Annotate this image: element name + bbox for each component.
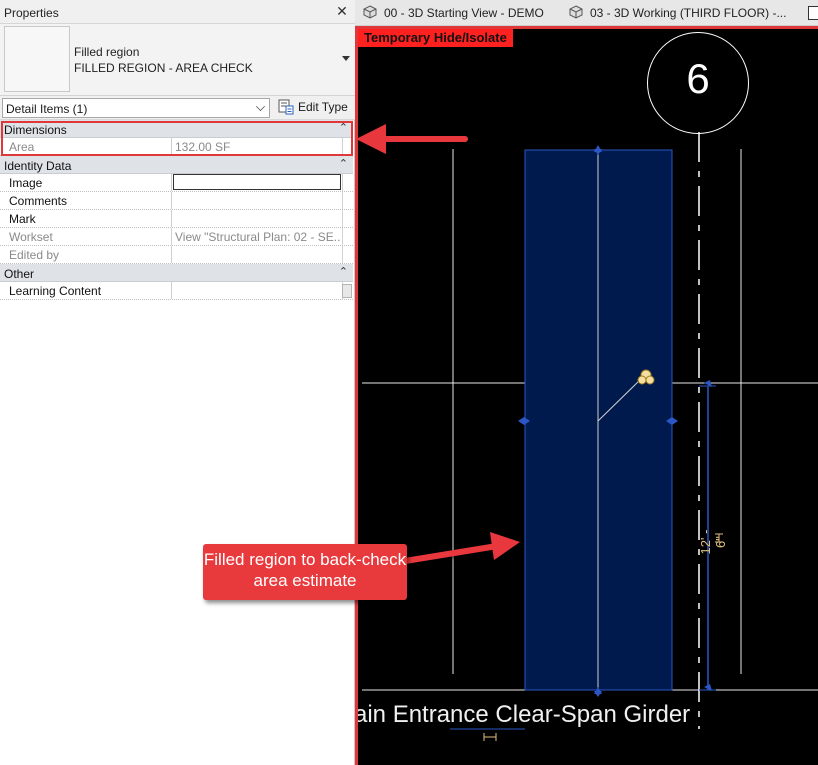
drawing-canvas[interactable]: 6 12' - 6" ain Entrance Clear-Span Girde…	[355, 26, 818, 765]
type-preview-thumbnail	[4, 26, 70, 92]
edit-type-button[interactable]: Edit Type	[276, 98, 352, 118]
revit-window: Properties ✕ Filled region FILLED REGION…	[0, 0, 818, 765]
grid-bubble[interactable]: 6	[647, 32, 749, 134]
edit-type-icon	[278, 99, 294, 115]
type-family-label: Filled region	[74, 45, 140, 59]
property-name: Comments	[9, 194, 68, 208]
type-name-label: FILLED REGION - AREA CHECK	[74, 61, 253, 75]
collapse-icon[interactable]: ⌃	[339, 121, 348, 134]
learning-content-value-field[interactable]	[173, 282, 341, 299]
property-name: Learning Content	[9, 284, 102, 298]
tab-label: 03 - 3D Working (THIRD FLOOR) -...	[590, 6, 787, 20]
tab-overflow-icon[interactable]	[808, 6, 818, 20]
collapse-icon[interactable]: ⌃	[339, 265, 348, 278]
type-dropdown-arrow-icon[interactable]	[342, 56, 350, 61]
tab-label: 00 - 3D Starting View - DEMO	[384, 6, 544, 20]
3d-view-icon	[569, 5, 583, 19]
property-row-workset: Workset View "Structural Plan: 02 - SE..…	[0, 228, 353, 246]
category-label: Other	[4, 267, 35, 281]
3d-view-icon	[363, 5, 377, 19]
property-name: Workset	[9, 230, 53, 244]
property-name: Area	[9, 140, 35, 154]
category-identity-data[interactable]: Identity Data ⌃	[0, 156, 353, 174]
property-name: Image	[9, 176, 43, 190]
properties-palette: Properties ✕ Filled region FILLED REGION…	[0, 0, 355, 765]
plan-graphics	[362, 132, 818, 741]
view-tab-bar: 00 - 3D Starting View - DEMO 03 - 3D Wor…	[355, 0, 818, 26]
properties-title: Properties	[4, 6, 59, 20]
dimension-text-grip-icon[interactable]	[483, 733, 497, 741]
element-filter-dropdown[interactable]: Detail Items (1)	[2, 98, 270, 118]
property-value: 132.00 SF	[175, 140, 231, 154]
property-row-area: Area 132.00 SF	[0, 138, 353, 156]
mark-value-field[interactable]	[173, 210, 341, 227]
property-row-edited-by: Edited by	[0, 246, 353, 264]
type-selector[interactable]: Filled region FILLED REGION - AREA CHECK	[0, 24, 355, 96]
girder-text-note: ain Entrance Clear-Span Girder	[355, 701, 691, 728]
properties-title-bar: Properties ✕	[0, 0, 355, 24]
properties-filter-row: Detail Items (1) Edit Type	[0, 96, 355, 120]
property-row-image[interactable]: Image	[0, 174, 353, 192]
property-row-comments[interactable]: Comments	[0, 192, 353, 210]
close-icon[interactable]: ✕	[335, 3, 349, 19]
property-row-mark[interactable]: Mark	[0, 210, 353, 228]
edit-type-label: Edit Type	[298, 100, 348, 114]
grip-arrow[interactable]	[672, 417, 678, 425]
dimension-value[interactable]: 12' - 6"	[698, 522, 728, 562]
element-filter-value: Detail Items (1)	[6, 102, 88, 116]
comments-value-field[interactable]	[173, 192, 341, 209]
property-row-learning-content[interactable]: Learning Content	[0, 282, 353, 300]
property-name: Edited by	[9, 248, 60, 262]
category-label: Identity Data	[4, 159, 72, 173]
properties-grid: Dimensions ⌃ Area 132.00 SF Identity Dat…	[0, 120, 353, 300]
category-label: Dimensions	[4, 123, 67, 137]
callout-note: Filled region to back-check area estimat…	[203, 544, 407, 600]
grip-arrow[interactable]	[518, 417, 524, 425]
collapse-icon[interactable]: ⌃	[339, 157, 348, 170]
property-value: View "Structural Plan: 02 - SE...	[175, 230, 341, 244]
category-other[interactable]: Other ⌃	[0, 264, 353, 282]
image-value-field[interactable]	[173, 174, 341, 190]
property-name: Mark	[9, 212, 36, 226]
temporary-hide-isolate-banner: Temporary Hide/Isolate	[358, 29, 513, 47]
value-button-icon[interactable]	[342, 284, 352, 298]
chevron-down-icon	[256, 102, 265, 111]
category-dimensions[interactable]: Dimensions ⌃	[0, 120, 353, 138]
grid-bubble-number: 6	[686, 55, 710, 102]
